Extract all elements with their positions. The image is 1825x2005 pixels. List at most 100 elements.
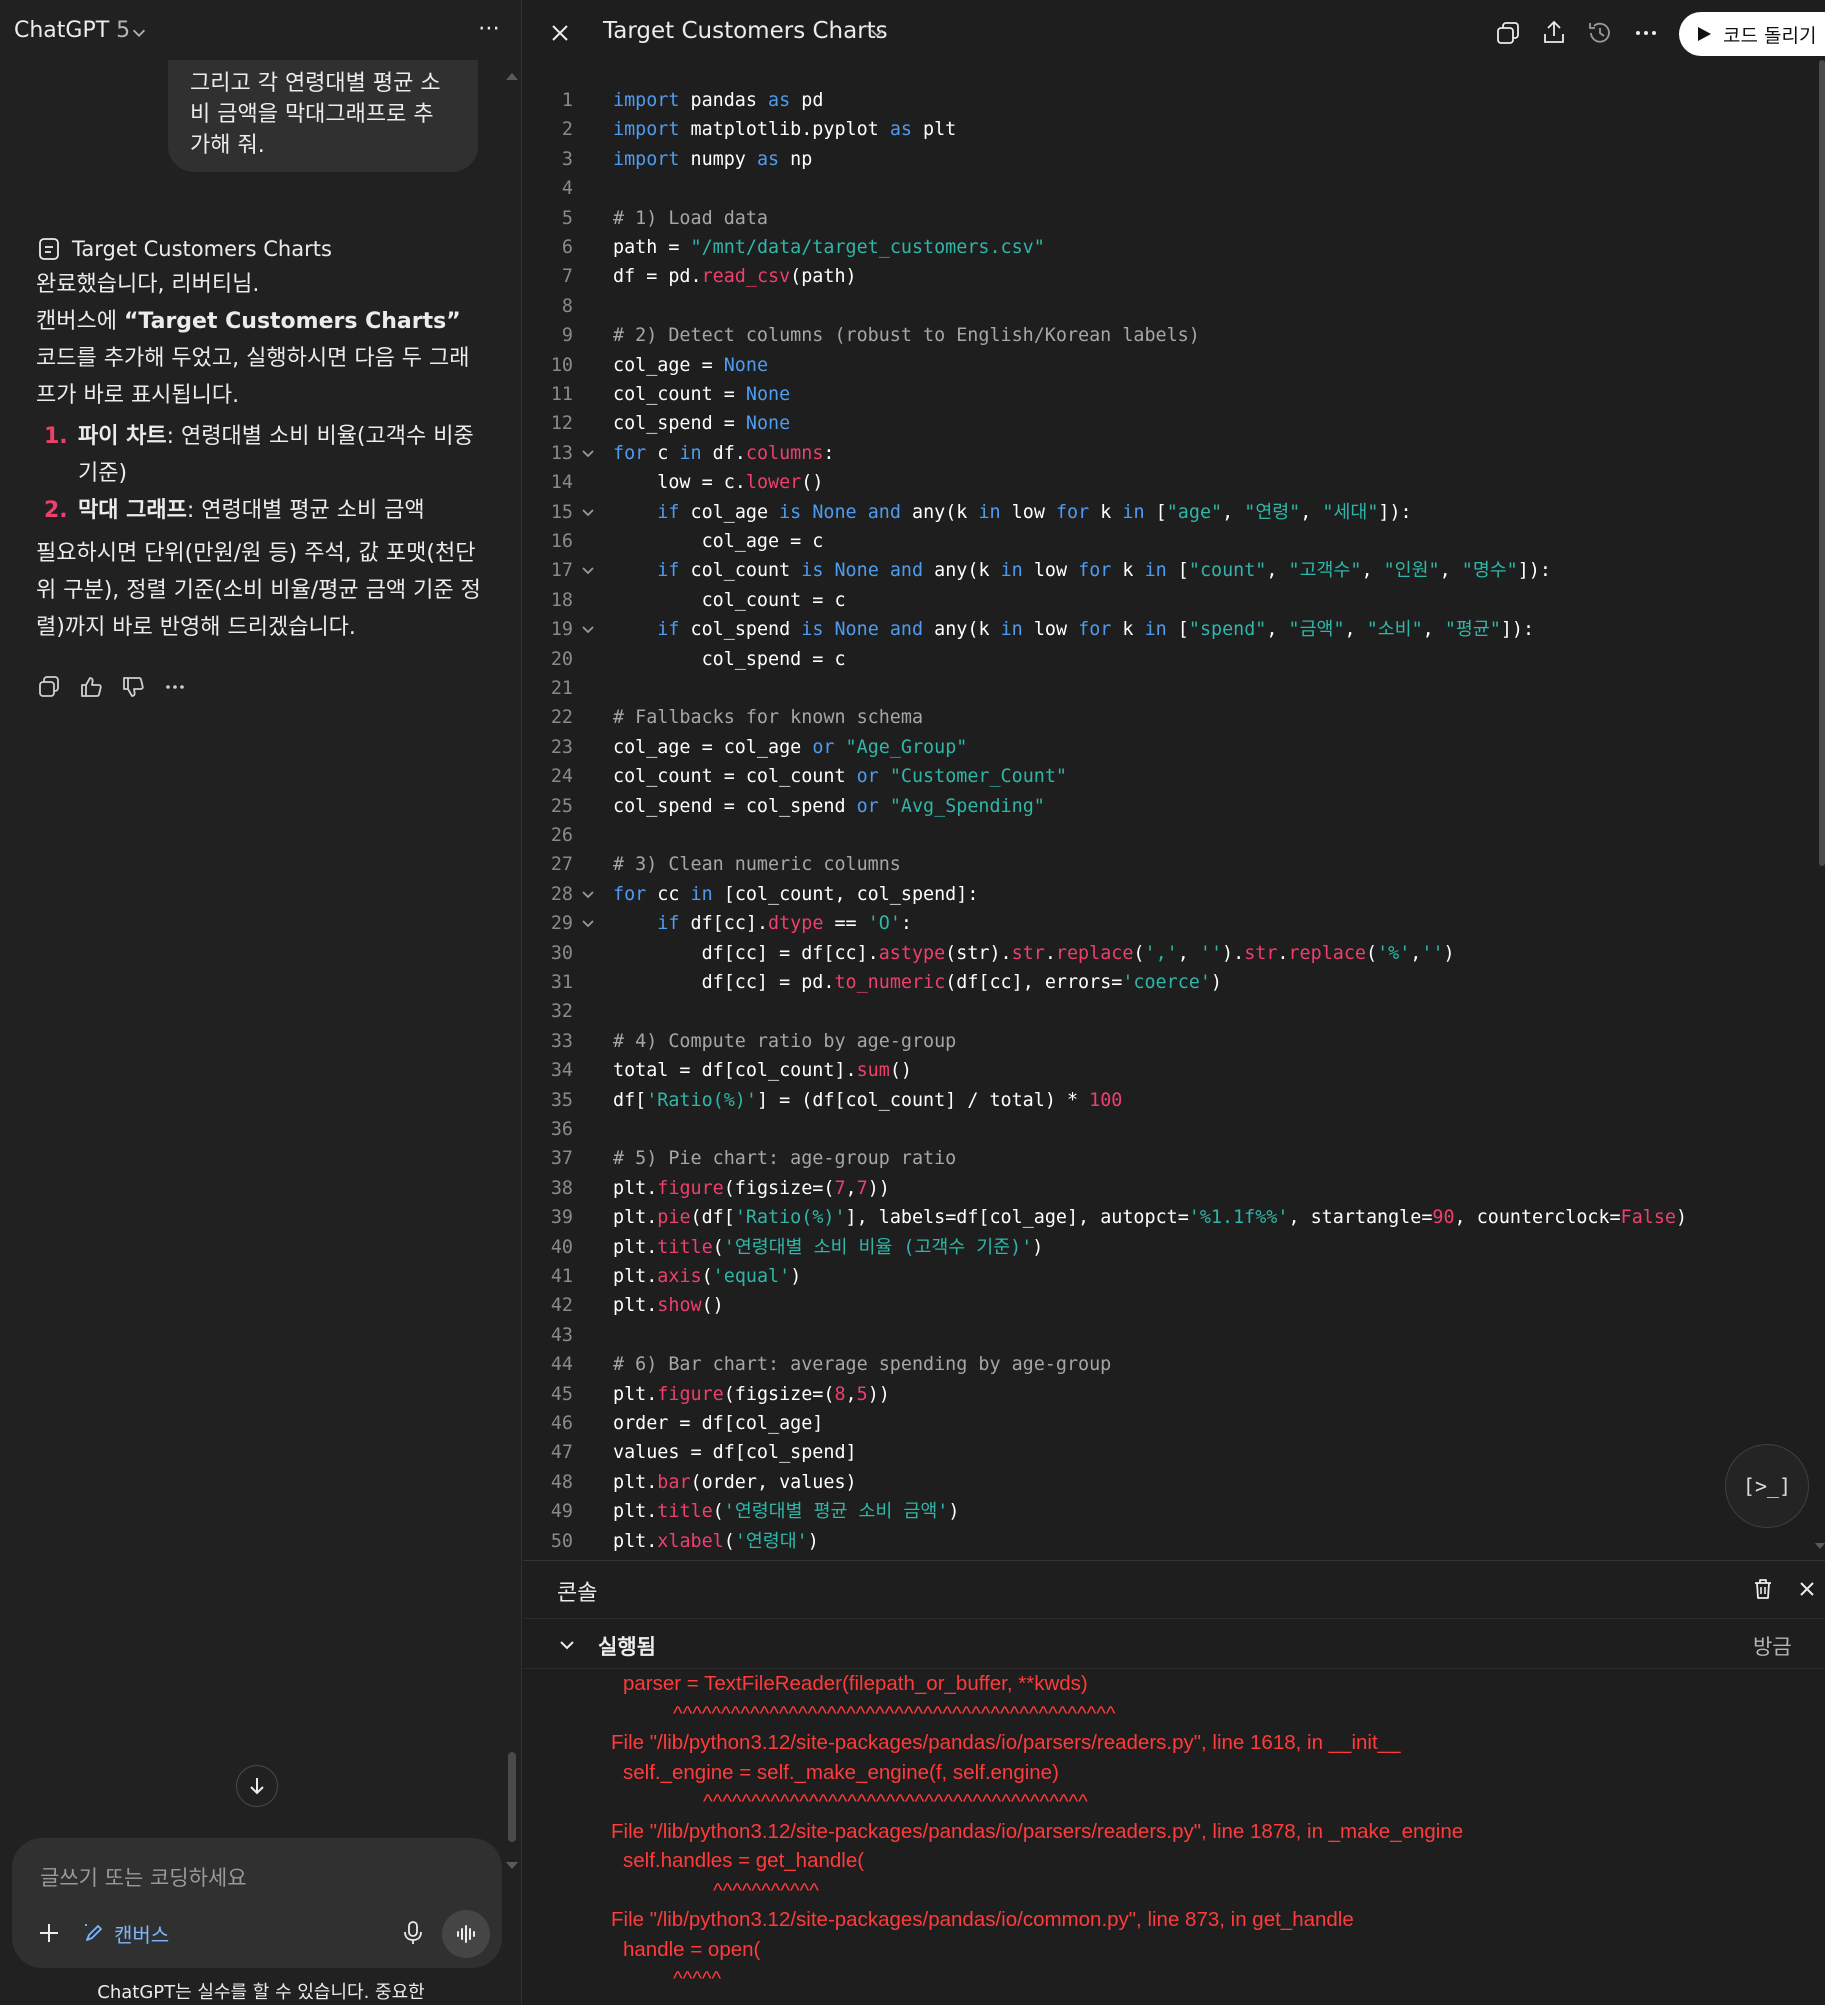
- code-line[interactable]: 31 df[cc] = pd.to_numeric(df[cc], errors…: [523, 968, 1813, 997]
- fold-chevron-icon[interactable]: [581, 888, 595, 902]
- fold-chevron-icon[interactable]: [581, 623, 595, 637]
- code-line[interactable]: 33 # 4) Compute ratio by age-group: [523, 1027, 1813, 1056]
- fold-chevron-icon[interactable]: [581, 917, 595, 931]
- code-line[interactable]: 24 col_count = col_count or "Customer_Cou…: [523, 762, 1813, 791]
- run-code-button[interactable]: 코드 돌리기: [1679, 12, 1825, 56]
- code-line[interactable]: 27 # 3) Clean numeric columns: [523, 850, 1813, 879]
- more-icon[interactable]: [162, 674, 188, 700]
- code-line[interactable]: 48 plt.bar(order, values): [523, 1468, 1813, 1497]
- code-line[interactable]: 40 plt.title('연령대별 소비 비율 (고객수 기준)'): [523, 1233, 1813, 1262]
- code-line[interactable]: 46 order = df[col_age]: [523, 1409, 1813, 1438]
- code-line[interactable]: 8: [523, 292, 1813, 321]
- code-line[interactable]: 35 df['Ratio(%)'] = (df[col_count] / tota…: [523, 1086, 1813, 1115]
- plus-icon[interactable]: [34, 1918, 64, 1948]
- code-line[interactable]: 47 values = df[col_spend]: [523, 1438, 1813, 1467]
- code-line[interactable]: 16 col_age = c: [523, 527, 1813, 556]
- code-line[interactable]: 13 for c in df.columns:: [523, 439, 1813, 468]
- code-line[interactable]: 2 import matplotlib.pyplot as plt: [523, 115, 1813, 144]
- code-line[interactable]: 7 df = pd.read_csv(path): [523, 262, 1813, 291]
- code-line[interactable]: 5 # 1) Load data: [523, 204, 1813, 233]
- code-line[interactable]: 19 if col_spend is None and any(k in low…: [523, 615, 1813, 644]
- code-text: df[cc] = df[cc].astype(str).str.replace(…: [613, 942, 1455, 964]
- code-line[interactable]: 11 col_count = None: [523, 380, 1813, 409]
- code-line[interactable]: 49 plt.title('연령대별 평균 소비 금액'): [523, 1497, 1813, 1526]
- code-line[interactable]: 34 total = df[col_count].sum(): [523, 1056, 1813, 1085]
- code-text: plt.figure(figsize=(7,7)): [613, 1177, 890, 1199]
- close-icon[interactable]: [545, 18, 575, 48]
- code-line[interactable]: 39 plt.pie(df['Ratio(%)'], labels=df[col_…: [523, 1203, 1813, 1232]
- code-line[interactable]: 43: [523, 1321, 1813, 1350]
- close-icon[interactable]: [1795, 1577, 1819, 1601]
- code-line[interactable]: 25 col_spend = col_spend or "Avg_Spending…: [523, 792, 1813, 821]
- code-text: # Fallbacks for known schema: [613, 707, 924, 729]
- code-line[interactable]: 32: [523, 997, 1813, 1026]
- code-line[interactable]: 3 import numpy as np: [523, 145, 1813, 174]
- message-input[interactable]: [40, 1858, 460, 1898]
- code-line[interactable]: 36: [523, 1115, 1813, 1144]
- console-toggle-button[interactable]: [>_]: [1725, 1444, 1809, 1528]
- thumbs-up-icon[interactable]: [78, 674, 104, 700]
- canvas-title[interactable]: Target Customers Charts: [603, 18, 888, 44]
- fold-chevron-icon[interactable]: [581, 564, 595, 578]
- code-line[interactable]: 14 low = c.lower(): [523, 468, 1813, 497]
- run-result-header[interactable]: 실행됨 방금: [523, 1619, 1825, 1669]
- fold-chevron-icon[interactable]: [581, 506, 595, 520]
- code-line[interactable]: 45 plt.figure(figsize=(8,5)): [523, 1380, 1813, 1409]
- microphone-icon[interactable]: [398, 1918, 428, 1948]
- code-line[interactable]: 23 col_age = col_age or "Age_Group": [523, 733, 1813, 762]
- more-options-icon[interactable]: ⋯: [474, 18, 504, 48]
- code-editor[interactable]: 1 import pandas as pd 2 import matplotlib.p…: [523, 86, 1825, 1554]
- code-line[interactable]: 44 # 6) Bar chart: average spending by ag…: [523, 1350, 1813, 1379]
- chevron-down-icon[interactable]: [557, 1635, 577, 1655]
- scroll-down-arrow-icon[interactable]: [1814, 1540, 1825, 1552]
- code-line[interactable]: 17 if col_count is None and any(k in low…: [523, 556, 1813, 585]
- canvas-tool-button[interactable]: 캔버스: [82, 1918, 169, 1948]
- code-text: for c in df.columns:: [613, 442, 835, 464]
- voice-mode-button[interactable]: [442, 1910, 490, 1958]
- line-number: 22: [550, 707, 573, 729]
- scroll-down-arrow-icon[interactable]: [505, 1860, 519, 1872]
- code-line[interactable]: 4: [523, 174, 1813, 203]
- code-line[interactable]: 20 col_spend = c: [523, 645, 1813, 674]
- scroll-to-bottom-button[interactable]: [236, 1765, 278, 1807]
- code-scrollbar-thumb[interactable]: [1819, 60, 1825, 866]
- fold-chevron-icon[interactable]: [581, 447, 595, 461]
- code-line[interactable]: 6 path = "/mnt/data/target_customers.csv": [523, 233, 1813, 262]
- chat-scrollbar-thumb[interactable]: [508, 1752, 516, 1842]
- line-number: 23: [550, 736, 573, 758]
- model-selector[interactable]: ChatGPT 5: [14, 18, 130, 43]
- reply-greeting: 완료했습니다, 리버티님.: [36, 272, 260, 297]
- code-line[interactable]: 38 plt.figure(figsize=(7,7)): [523, 1174, 1813, 1203]
- code-line[interactable]: 41 plt.axis('equal'): [523, 1262, 1813, 1291]
- code-line[interactable]: 15 if col_age is None and any(k in low f…: [523, 498, 1813, 527]
- code-line[interactable]: 28 for cc in [col_count, col_spend]:: [523, 880, 1813, 909]
- chevron-down-icon[interactable]: [868, 24, 886, 42]
- trash-icon[interactable]: [1751, 1577, 1775, 1601]
- copy-icon[interactable]: [1493, 18, 1523, 48]
- code-line[interactable]: 42 plt.show(): [523, 1291, 1813, 1320]
- code-line[interactable]: 12 col_spend = None: [523, 409, 1813, 438]
- code-line[interactable]: 22 # Fallbacks for known schema: [523, 703, 1813, 732]
- chevron-down-icon[interactable]: [130, 24, 148, 42]
- code-text: import matplotlib.pyplot as plt: [613, 119, 957, 141]
- history-icon[interactable]: [1585, 18, 1615, 48]
- line-number: 16: [550, 531, 573, 552]
- code-line[interactable]: 9 # 2) Detect columns (robust to English/…: [523, 321, 1813, 350]
- code-line[interactable]: 18 col_count = c: [523, 586, 1813, 615]
- copy-icon[interactable]: [36, 674, 62, 700]
- code-line[interactable]: 50 plt.xlabel('연령대'): [523, 1527, 1813, 1554]
- code-line[interactable]: 1 import pandas as pd: [523, 86, 1813, 115]
- thumbs-down-icon[interactable]: [120, 674, 146, 700]
- scroll-up-arrow-icon[interactable]: [505, 70, 519, 82]
- canvas-reference-chip[interactable]: Target Customers Charts: [38, 234, 332, 264]
- code-line[interactable]: 10 col_age = None: [523, 351, 1813, 380]
- code-line[interactable]: 37 # 5) Pie chart: age-group ratio: [523, 1144, 1813, 1173]
- code-line[interactable]: 29 if df[cc].dtype == 'O':: [523, 909, 1813, 938]
- code-line[interactable]: 26: [523, 821, 1813, 850]
- code-line[interactable]: 30 df[cc] = df[cc].astype(str).str.repla…: [523, 939, 1813, 968]
- console-header: 콘솔: [523, 1561, 1825, 1619]
- reply-text: 캔버스에: [36, 309, 124, 334]
- more-icon[interactable]: [1631, 18, 1661, 48]
- share-upload-icon[interactable]: [1539, 18, 1569, 48]
- code-line[interactable]: 21: [523, 674, 1813, 703]
